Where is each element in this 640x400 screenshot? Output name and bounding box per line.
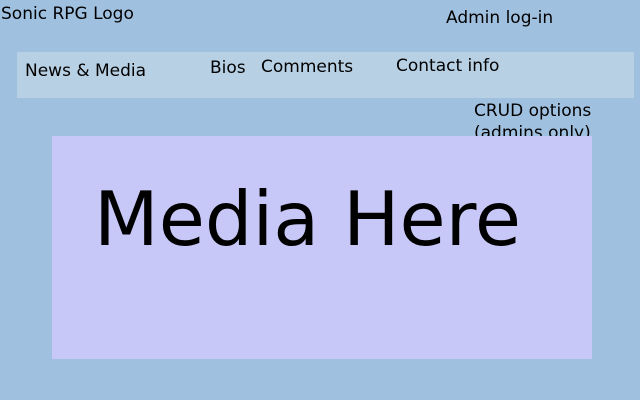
- nav-item-bios[interactable]: Bios: [210, 58, 246, 78]
- main-nav-bar: News & Media Bios Comments Contact info: [17, 52, 634, 98]
- nav-item-news-media[interactable]: News & Media: [25, 61, 146, 81]
- nav-item-contact-info[interactable]: Contact info: [396, 56, 499, 76]
- crud-options-label: CRUD options: [474, 101, 592, 121]
- media-placeholder-panel: Media Here: [52, 136, 592, 359]
- nav-item-comments[interactable]: Comments: [261, 57, 353, 77]
- admin-login-link[interactable]: Admin log-in: [446, 8, 553, 28]
- media-placeholder-text: Media Here: [94, 175, 521, 263]
- site-logo[interactable]: Sonic RPG Logo: [1, 4, 134, 24]
